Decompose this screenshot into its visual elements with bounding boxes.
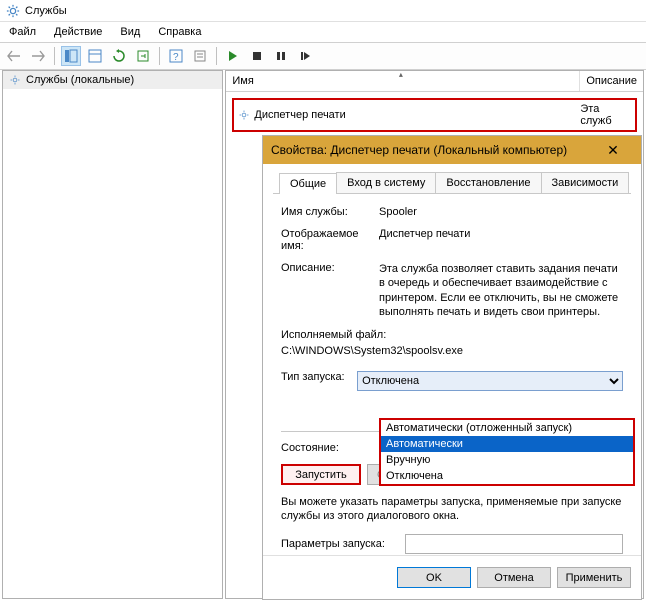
menu-action[interactable]: Действие — [45, 24, 111, 40]
properties-button[interactable] — [190, 46, 210, 66]
gear-icon — [238, 109, 250, 121]
label-description: Описание: — [281, 262, 379, 319]
toolbar-separator — [216, 47, 217, 65]
option-auto-delayed[interactable]: Автоматически (отложенный запуск) — [381, 420, 633, 436]
menu-file[interactable]: Файл — [0, 24, 45, 40]
svg-text:?: ? — [173, 52, 179, 63]
col-header-name[interactable]: Имя▴ — [226, 71, 580, 91]
dialog-titlebar: Свойства: Диспетчер печати (Локальный ко… — [263, 136, 641, 164]
value-exe: C:\WINDOWS\System32\spoolsv.exe — [281, 345, 463, 357]
view-button[interactable] — [85, 46, 105, 66]
option-manual[interactable]: Вручную — [381, 452, 633, 468]
launch-params-input[interactable] — [405, 534, 623, 554]
startup-type-select[interactable]: Отключена — [357, 371, 623, 391]
toolbar: ? — [0, 42, 646, 70]
start-button[interactable]: Запустить — [281, 464, 361, 485]
gear-icon — [9, 74, 21, 86]
label-exe: Исполняемый файл: — [281, 329, 386, 341]
dialog-title: Свойства: Диспетчер печати (Локальный ко… — [271, 143, 567, 157]
start-service-button[interactable] — [223, 46, 243, 66]
sort-up-icon: ▴ — [399, 70, 403, 79]
tab-deps[interactable]: Зависимости — [541, 172, 630, 193]
value-description: Эта служба позволяет ставить задания печ… — [379, 262, 623, 319]
tab-recovery[interactable]: Восстановление — [435, 172, 541, 193]
toolbar-separator — [159, 47, 160, 65]
window-title: Службы — [25, 5, 67, 17]
back-button[interactable] — [4, 46, 24, 66]
list-item-desc: Эта служб — [576, 100, 635, 130]
tree-pane: Службы (локальные) — [2, 70, 223, 599]
properties-dialog: Свойства: Диспетчер печати (Локальный ко… — [262, 135, 642, 600]
label-display-name: Отображаемое имя: — [281, 228, 379, 252]
cancel-button[interactable]: Отмена — [477, 567, 551, 588]
tree-root-label: Службы (локальные) — [26, 74, 134, 86]
forward-button[interactable] — [28, 46, 48, 66]
menu-help[interactable]: Справка — [149, 24, 210, 40]
window-titlebar: Службы — [0, 0, 646, 22]
value-display-name: Диспетчер печати — [379, 228, 623, 252]
label-state: Состояние: — [281, 442, 379, 454]
help-button[interactable]: ? — [166, 46, 186, 66]
label-service-name: Имя службы: — [281, 206, 379, 218]
col-header-desc[interactable]: Описание — [580, 71, 643, 91]
startup-type-dropdown: Автоматически (отложенный запуск) Автома… — [379, 418, 635, 486]
value-service-name: Spooler — [379, 206, 623, 218]
tab-strip: Общие Вход в систему Восстановление Зави… — [273, 172, 631, 194]
tree-root-item[interactable]: Службы (локальные) — [3, 71, 222, 89]
list-header: Имя▴ Описание — [226, 71, 643, 92]
app-icon — [6, 4, 20, 18]
ok-button[interactable]: OK — [397, 567, 471, 588]
menubar: Файл Действие Вид Справка — [0, 22, 646, 42]
tab-logon[interactable]: Вход в систему — [336, 172, 436, 193]
close-button[interactable]: ✕ — [593, 142, 633, 159]
menu-view[interactable]: Вид — [111, 24, 149, 40]
export-button[interactable] — [133, 46, 153, 66]
hint-text: Вы можете указать параметры запуска, при… — [281, 495, 623, 524]
list-item-print-spooler[interactable]: Диспетчер печати Эта служб — [232, 98, 637, 132]
pause-service-button[interactable] — [271, 46, 291, 66]
list-item-name: Диспетчер печати — [254, 109, 345, 121]
label-params: Параметры запуска: — [281, 538, 405, 550]
toolbar-separator — [54, 47, 55, 65]
option-auto[interactable]: Автоматически — [381, 436, 633, 452]
refresh-button[interactable] — [109, 46, 129, 66]
restart-service-button[interactable] — [295, 46, 315, 66]
tab-general[interactable]: Общие — [279, 173, 337, 194]
option-disabled[interactable]: Отключена — [381, 468, 633, 484]
dialog-footer: OK Отмена Применить — [263, 555, 641, 599]
label-startup-type: Тип запуска: — [281, 371, 357, 391]
apply-button[interactable]: Применить — [557, 567, 631, 588]
stop-service-button[interactable] — [247, 46, 267, 66]
show-tree-button[interactable] — [61, 46, 81, 66]
